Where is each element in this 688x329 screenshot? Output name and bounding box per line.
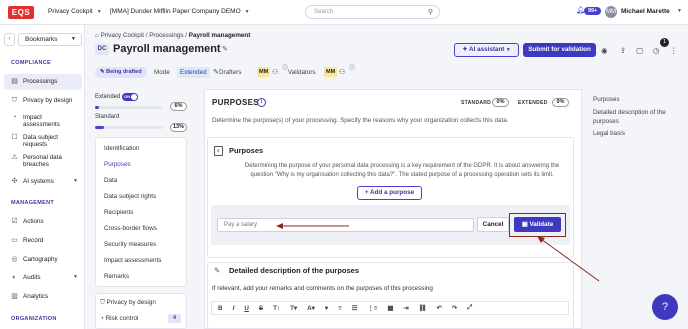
table-icon[interactable]: ▦ (387, 305, 393, 312)
indent-icon[interactable]: ⇥ (403, 305, 408, 312)
bullet-list-icon[interactable]: ☰ (352, 305, 358, 312)
bold-icon[interactable]: B (218, 305, 223, 312)
underline-icon[interactable]: U (244, 305, 249, 312)
highlight-icon[interactable]: ▾ (325, 305, 328, 312)
align-icon[interactable]: ≡ (338, 305, 342, 312)
heading-icon[interactable]: T▾ (290, 305, 297, 312)
edit-icon: ✎ (214, 266, 221, 275)
detail-title: Detailed description of the purposes (229, 266, 360, 275)
expand-icon[interactable]: ⤢ (467, 304, 472, 312)
outline-legal-basis[interactable]: Legal basis (593, 130, 625, 137)
font-color-icon[interactable]: A▾ (307, 305, 315, 312)
redo-icon[interactable]: ↷ (452, 305, 457, 312)
arrow-head-input (276, 223, 283, 229)
arrow-head-validate (537, 236, 545, 243)
undo-icon[interactable]: ↶ (437, 305, 442, 312)
outline-purposes[interactable]: Purposes (593, 96, 620, 103)
link-icon[interactable]: ⛓ (419, 304, 427, 312)
outline-detailed-description[interactable]: Detailed description of the purposes (593, 108, 673, 126)
numbered-list-icon[interactable]: ⋮≡ (367, 305, 377, 312)
italic-icon[interactable]: I (233, 305, 235, 312)
chat-icon: ? (661, 301, 669, 313)
detail-description: If relevant, add your remarks and commen… (212, 285, 433, 292)
text-size-icon[interactable]: T↕ (273, 305, 280, 312)
help-chat-button[interactable]: ? (652, 294, 678, 320)
strikethrough-icon[interactable]: S (259, 305, 263, 312)
editor-toolbar: B I U S T↕ T▾ A▾ ▾ ≡ ☰ ⋮≡ ▦ ⇥ ⛓ ↶ ↷ ⤢ (211, 301, 569, 315)
